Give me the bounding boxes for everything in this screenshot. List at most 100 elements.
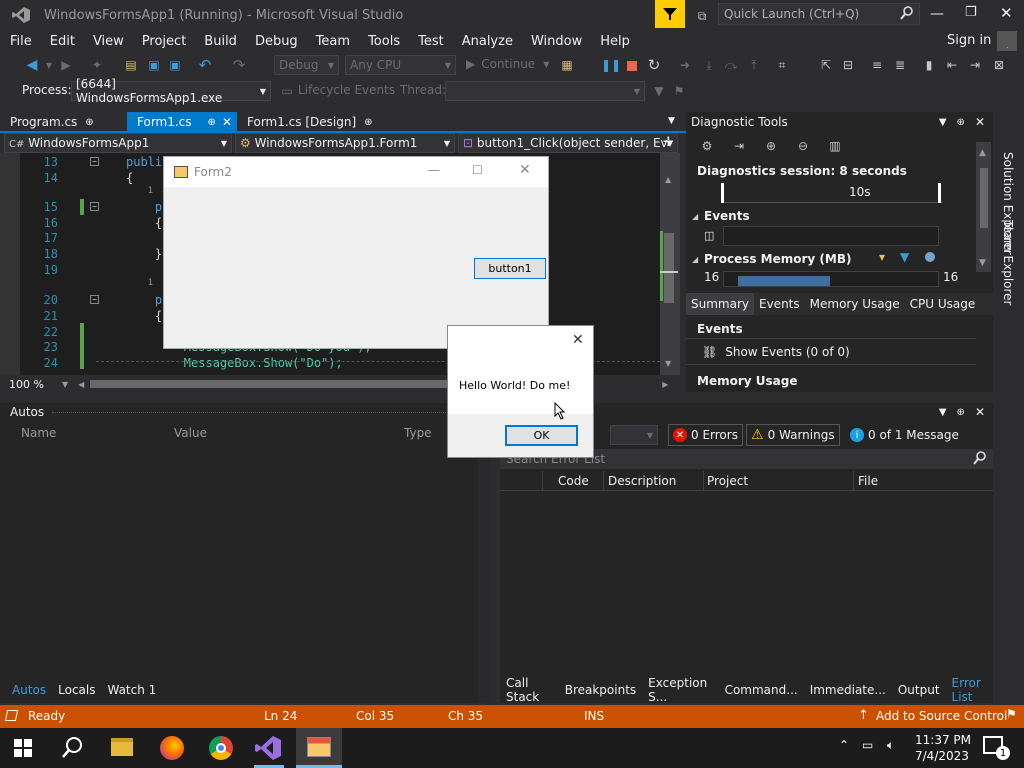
navigate-forward-icon[interactable]: ▶: [57, 56, 75, 74]
continue-button[interactable]: ▶ Continue ▼: [466, 57, 549, 71]
scope-dropdown[interactable]: ▼: [610, 425, 658, 445]
menu-analyze[interactable]: Analyze: [453, 34, 522, 49]
restore-icon[interactable]: ❐: [965, 5, 977, 20]
col-name[interactable]: Name: [21, 426, 56, 440]
team-explorer-tab[interactable]: Team Explorer: [1001, 220, 1015, 306]
chrome-icon[interactable]: [209, 736, 233, 760]
col-type[interactable]: Type: [404, 426, 432, 440]
tab-output[interactable]: Output: [892, 683, 946, 697]
step-into-icon[interactable]: ⤓: [700, 56, 718, 74]
quick-launch-input[interactable]: Quick Launch (Ctrl+Q): [718, 3, 920, 25]
process-dropdown[interactable]: [6644] WindowsFormsApp1.exe ▼: [71, 77, 271, 105]
redo-icon[interactable]: ↷: [230, 56, 248, 74]
pause-icon[interactable]: ❚❚: [601, 56, 621, 74]
tab-immediate-[interactable]: Immediate...: [804, 683, 892, 697]
show-next-statement-icon[interactable]: ➜: [676, 56, 694, 74]
message-box[interactable]: ✕ Hello World! Do me! OK: [447, 325, 594, 458]
close-icon[interactable]: ✕: [572, 332, 584, 348]
comment-icon[interactable]: ≡: [868, 56, 886, 74]
clock-date[interactable]: 7/4/2023: [915, 749, 969, 763]
pin-icon[interactable]: ⊕: [957, 117, 965, 128]
close-tab-icon[interactable]: ✕: [222, 115, 232, 129]
tab-command-[interactable]: Command...: [719, 683, 804, 697]
project-dropdown[interactable]: C# WindowsFormsApp1 ▼: [4, 133, 232, 153]
search-icon[interactable]: [61, 737, 83, 762]
thread-dropdown[interactable]: ▼: [445, 81, 645, 101]
zoom-dropdown-icon[interactable]: ▼: [62, 380, 68, 389]
menu-tools[interactable]: Tools: [359, 34, 409, 49]
notifications-icon[interactable]: ⚑: [1006, 707, 1017, 721]
tab-program-cs[interactable]: Program.cs ⊕: [0, 112, 127, 132]
close-icon[interactable]: ✕: [1000, 4, 1013, 22]
timeline-ruler[interactable]: 10s: [721, 183, 943, 203]
breakpoint-window-icon[interactable]: ⇱: [817, 56, 835, 74]
memory-graph[interactable]: [723, 271, 939, 287]
messages-filter-button[interactable]: i 0 of 1 Message: [846, 424, 963, 446]
button1[interactable]: button1: [474, 258, 546, 279]
diag-tab-events[interactable]: Events: [754, 293, 805, 315]
new-project-icon[interactable]: ✦: [88, 56, 106, 74]
col-code[interactable]: Code: [558, 474, 589, 488]
open-file-icon[interactable]: ▤: [122, 56, 140, 74]
menu-view[interactable]: View: [84, 34, 133, 49]
code-line[interactable]: {: [126, 216, 162, 230]
chevron-down-icon[interactable]: ▼: [939, 407, 947, 418]
lifecycle-events[interactable]: Lifecycle Events: [298, 83, 395, 97]
step-out-icon[interactable]: ⤒: [745, 56, 763, 74]
close-icon[interactable]: ✕: [975, 115, 985, 129]
add-to-source-control[interactable]: Add to Source Control: [876, 709, 1007, 723]
stop-icon[interactable]: [627, 61, 637, 71]
next-bookmark-icon[interactable]: ⇥: [966, 56, 984, 74]
form2-window[interactable]: Form2 — ☐ ✕ button1: [163, 156, 549, 349]
account-avatar-icon[interactable]: [997, 31, 1017, 51]
code-line[interactable]: {: [126, 171, 133, 185]
sign-in-link[interactable]: Sign in: [938, 33, 1000, 48]
filter-icon[interactable]: ▼: [650, 82, 668, 100]
bookmark-icon[interactable]: ▮: [920, 56, 938, 74]
diag-tab-memory-usage[interactable]: Memory Usage: [805, 293, 905, 315]
pin-icon[interactable]: ⊕: [364, 117, 372, 128]
process-icon[interactable]: ▦: [558, 56, 576, 74]
tab-autos[interactable]: Autos: [6, 683, 52, 697]
quick-action-icon[interactable]: ⧉: [693, 7, 711, 25]
minimize-icon[interactable]: —: [428, 163, 440, 177]
events-track[interactable]: [723, 226, 939, 246]
events-section[interactable]: ◢ Events: [686, 206, 750, 226]
scroll-left-icon[interactable]: ◀: [78, 380, 84, 389]
network-icon[interactable]: ▭: [862, 738, 873, 752]
collapse-icon[interactable]: −: [90, 157, 99, 166]
pin-icon[interactable]: ⊕: [208, 117, 216, 128]
diag-tab-cpu-usage[interactable]: CPU Usage: [905, 293, 981, 315]
windows-start-icon[interactable]: [14, 739, 32, 760]
menu-test[interactable]: Test: [409, 34, 453, 49]
col-description[interactable]: Description: [608, 474, 676, 488]
menu-build[interactable]: Build: [195, 34, 246, 49]
tab-overflow-icon[interactable]: ▼: [668, 116, 675, 126]
flag-icon[interactable]: ⚑: [670, 82, 688, 100]
code-line[interactable]: 1: [126, 278, 153, 288]
ok-button[interactable]: OK: [505, 425, 578, 446]
save-all-icon[interactable]: ▣: [166, 56, 184, 74]
editor-vertical-scrollbar[interactable]: ▲ ▼: [660, 153, 680, 375]
col-value[interactable]: Value: [174, 426, 207, 440]
prev-bookmark-icon[interactable]: ⇤: [943, 56, 961, 74]
zoom-out-icon[interactable]: ⊖: [794, 137, 812, 155]
tab-breakpoints[interactable]: Breakpoints: [559, 683, 642, 697]
collapse-icon[interactable]: −: [90, 295, 99, 304]
member-dropdown[interactable]: ⊡ button1_Click(object sender, EventA▼: [458, 133, 678, 153]
col-file[interactable]: File: [858, 474, 878, 488]
config-dropdown[interactable]: Debug ▼: [274, 55, 339, 75]
hex-display-icon[interactable]: ⌗: [773, 56, 791, 74]
settings-gear-icon[interactable]: ⚙: [698, 137, 716, 155]
firefox-icon[interactable]: [160, 736, 184, 760]
platform-dropdown[interactable]: Any CPU ▼: [345, 55, 456, 75]
clock-time[interactable]: 11:37 PM: [915, 733, 971, 747]
close-icon[interactable]: ✕: [519, 162, 531, 178]
collapse-icon[interactable]: −: [90, 202, 99, 211]
select-timeline-icon[interactable]: ▥: [826, 137, 844, 155]
autos-scrollbar[interactable]: [478, 443, 490, 703]
export-icon[interactable]: ⇥: [730, 137, 748, 155]
menu-window[interactable]: Window: [522, 34, 591, 49]
tab-exception-s-[interactable]: Exception S...: [642, 676, 718, 704]
restart-icon[interactable]: ↻: [645, 56, 663, 74]
